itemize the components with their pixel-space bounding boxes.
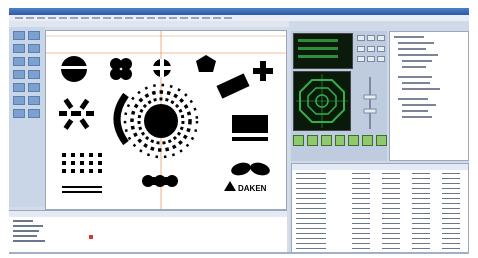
table-row[interactable] (292, 222, 468, 225)
tool-button[interactable] (13, 96, 25, 105)
table-row[interactable] (292, 242, 468, 245)
tool-button[interactable] (28, 109, 40, 118)
dot-grid-icon (62, 153, 102, 193)
table-row[interactable] (292, 187, 468, 190)
status-bar (9, 252, 469, 254)
tool-button[interactable] (28, 83, 40, 92)
function-button[interactable] (334, 135, 346, 146)
keypad (355, 33, 385, 67)
keypad-key[interactable] (377, 56, 385, 63)
arc-icon (113, 92, 129, 146)
table-row[interactable] (292, 177, 468, 180)
logo-text: DAKEN (238, 184, 267, 193)
control-panel (291, 31, 388, 161)
title-bar (9, 8, 469, 15)
table-row[interactable] (292, 212, 468, 215)
table-row[interactable] (292, 172, 468, 175)
application-window: DAKEN (9, 8, 469, 254)
function-button[interactable] (293, 135, 304, 146)
preview-scope[interactable] (293, 71, 351, 131)
results-panel (9, 210, 287, 254)
table-row[interactable] (292, 237, 468, 240)
right-panel (289, 21, 469, 254)
tool-button[interactable] (28, 57, 40, 66)
clover-icon (110, 58, 132, 80)
table-row[interactable] (292, 227, 468, 230)
keypad-key[interactable] (377, 45, 385, 52)
results-list (9, 211, 287, 242)
tool-button[interactable] (13, 83, 25, 92)
keypad-key[interactable] (377, 35, 385, 41)
tool-button[interactable] (13, 109, 25, 118)
cross-circle-icon (153, 59, 171, 77)
tool-button[interactable] (13, 57, 25, 66)
tool-button[interactable] (28, 96, 40, 105)
keypad-key[interactable] (367, 45, 375, 52)
keypad-key[interactable] (367, 56, 375, 63)
left-tool-palette (9, 27, 45, 207)
table-row[interactable] (292, 232, 468, 235)
toolbar[interactable] (9, 21, 289, 27)
slider-graphic (363, 77, 377, 129)
table-row[interactable] (292, 192, 468, 195)
function-button[interactable] (362, 135, 374, 146)
lcd-display (293, 33, 353, 69)
scope-target-icon (296, 74, 348, 128)
keypad-key[interactable] (357, 35, 365, 41)
zoom-slider[interactable] (355, 75, 385, 131)
pentagon-icon (196, 55, 216, 72)
keypad-key[interactable] (357, 45, 365, 52)
tool-button[interactable] (13, 31, 25, 40)
circle-slot-icon (60, 56, 88, 82)
function-button[interactable] (320, 135, 332, 146)
image-canvas[interactable]: DAKEN (45, 30, 287, 210)
keypad-key[interactable] (367, 35, 375, 41)
plus-icon (253, 61, 273, 81)
tool-button[interactable] (13, 44, 25, 53)
table-row[interactable] (292, 197, 468, 200)
feature-tree[interactable] (389, 31, 469, 161)
table-row[interactable] (292, 182, 468, 185)
asterisk-icon (59, 98, 94, 130)
tool-button[interactable] (13, 70, 25, 79)
rotated-rectangle-icon (216, 73, 250, 99)
chain-icon (142, 175, 178, 187)
measurement-table[interactable] (291, 163, 469, 254)
tool-button[interactable] (28, 70, 40, 79)
table-header (292, 164, 468, 170)
table-row[interactable] (292, 202, 468, 205)
function-button[interactable] (376, 135, 388, 146)
table-row[interactable] (292, 207, 468, 210)
function-button[interactable] (306, 135, 318, 146)
tool-button[interactable] (28, 31, 40, 40)
canvas-drawing: DAKEN (46, 31, 286, 209)
function-button[interactable] (348, 135, 360, 146)
rectangle-icon (232, 115, 268, 141)
table-row[interactable] (292, 247, 468, 250)
table-row[interactable] (292, 217, 468, 220)
keypad-key[interactable] (357, 56, 365, 63)
leaf-icon (231, 162, 270, 176)
tool-button[interactable] (28, 44, 40, 53)
function-buttons (293, 135, 388, 157)
logo: DAKEN (224, 181, 267, 193)
